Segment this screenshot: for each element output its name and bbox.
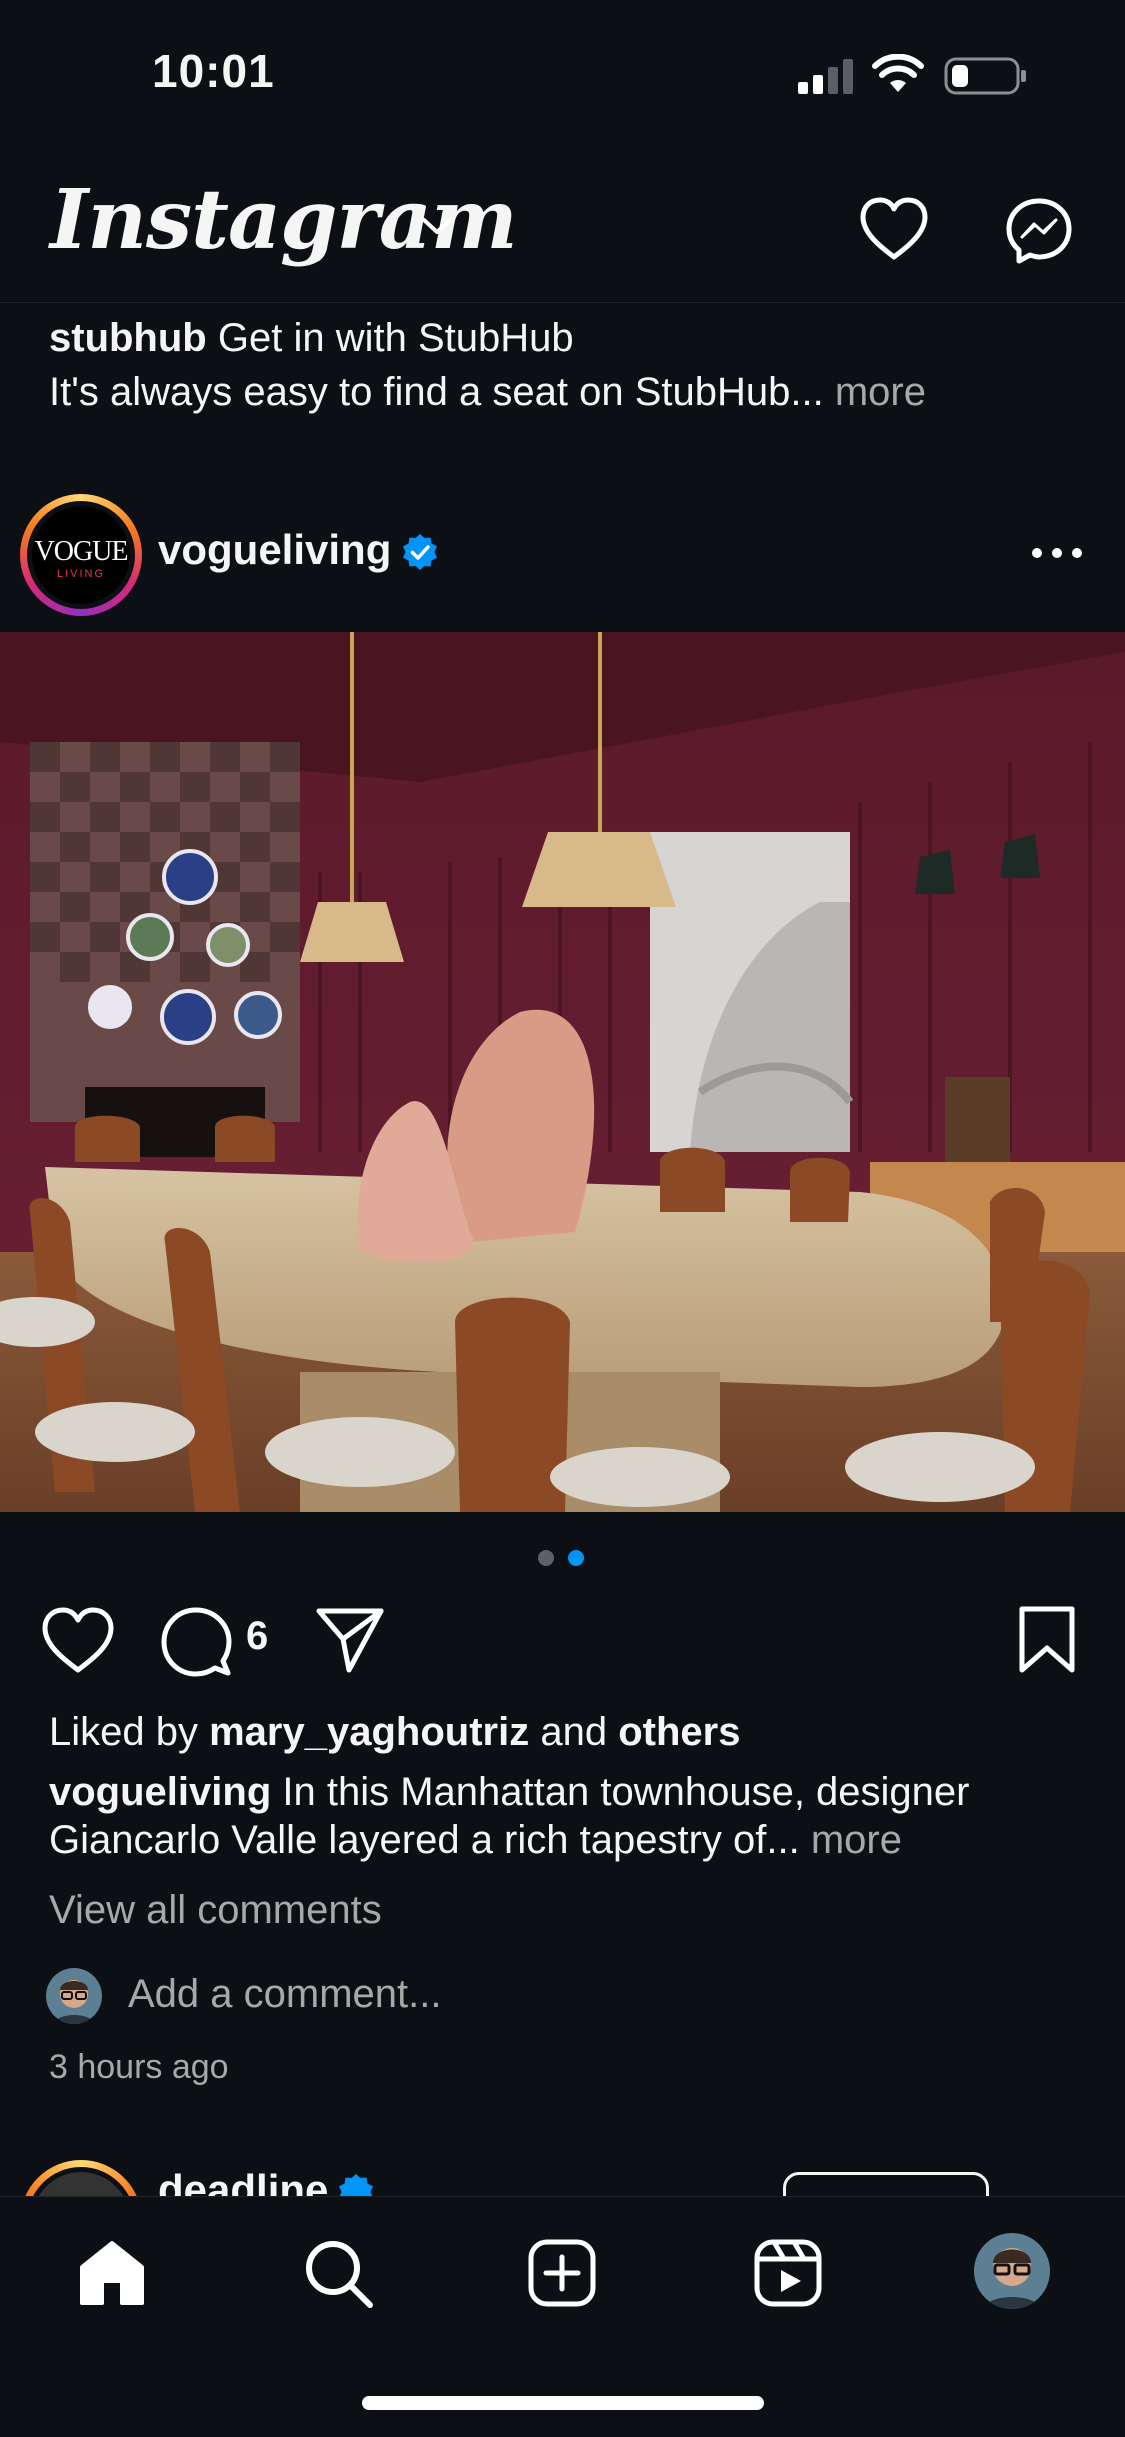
user-avatar [46,1968,102,2024]
caption-more-link[interactable]: more [811,1818,902,1862]
next-post-username[interactable]: deadline [158,2166,328,2196]
carousel-dot-1[interactable] [538,1550,554,1566]
avatar-logo-line1: VOGUE [34,536,129,567]
liked-by-user[interactable]: mary_yaghoutriz [209,1710,529,1754]
heart-icon[interactable] [858,196,930,262]
post-caption-line-2: Giancarlo Valle layered a rich tapestry … [49,1818,902,1863]
vogue-living-logo: VOGUE LIVING [32,506,130,604]
ad-caption-body: It's always easy to find a seat on StubH… [49,370,926,415]
create-icon[interactable] [526,2237,598,2309]
chevron-down-icon[interactable] [420,214,454,238]
ad-body-text: It's always easy to find a seat on StubH… [49,370,824,414]
cellular-signal-icon [798,59,853,94]
profile-avatar[interactable] [974,2233,1050,2309]
view-all-comments-link[interactable]: View all comments [49,1888,382,1933]
home-icon[interactable] [76,2237,148,2309]
ad-username[interactable]: stubhub [49,316,207,360]
liked-by-prefix: Liked by [49,1710,198,1754]
status-time: 10:01 [152,45,275,97]
ad-headline: Get in with StubHub [217,316,574,360]
share-icon[interactable] [314,1604,386,1676]
caption-text-2: Giancarlo Valle layered a rich tapestry … [49,1818,800,1862]
comment-icon[interactable] [160,1606,232,1678]
header-divider [0,302,1125,303]
ad-caption-title: stubhub Get in with StubHub [49,316,574,361]
avatar-logo-line2: LIVING [56,568,106,580]
post-photo[interactable] [0,632,1125,1512]
verified-badge-icon [339,2174,373,2196]
home-indicator[interactable] [362,2396,764,2410]
caption-username[interactable]: vogueliving [49,1770,271,1814]
battery-icon [944,57,1026,95]
liked-by-line: Liked by mary_yaghoutriz and others [49,1710,740,1755]
post-timestamp: 3 hours ago [49,2048,229,2086]
ad-more-link[interactable]: more [835,370,926,414]
liked-by-and: and [540,1710,608,1754]
heart-icon[interactable] [40,1606,116,1676]
post-author-avatar[interactable]: VOGUE LIVING [20,494,142,616]
messenger-icon[interactable] [1004,196,1074,266]
comment-count[interactable]: 6 [246,1614,268,1659]
more-horizontal-icon[interactable] [1030,546,1084,560]
liked-by-others[interactable]: others [618,1710,740,1754]
follow-button[interactable] [783,2172,989,2196]
reels-icon[interactable] [752,2237,824,2309]
carousel-dot-2-active[interactable] [568,1550,584,1566]
post-caption-line-1: vogueliving In this Manhattan townhouse,… [49,1770,969,1815]
next-post-avatar[interactable] [20,2160,142,2196]
next-post-header: deadline [0,2150,1125,2196]
caption-text-1: In this Manhattan townhouse, designer [282,1770,970,1814]
search-icon[interactable] [302,2237,376,2311]
post-username[interactable]: vogueliving [158,526,391,574]
verified-badge-icon [403,534,437,570]
bookmark-icon[interactable] [1016,1604,1078,1676]
add-comment-input[interactable]: Add a comment... [128,1972,441,2017]
wifi-icon [872,54,924,92]
